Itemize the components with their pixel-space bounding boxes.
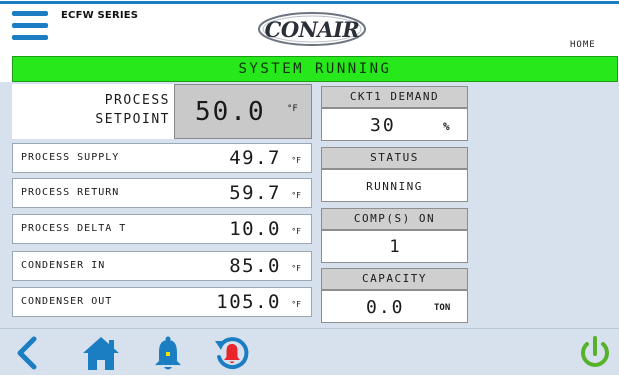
ckt1-demand-value-box: 30 % bbox=[321, 108, 468, 141]
row-value: 105.0 bbox=[216, 291, 281, 313]
process-supply-row: PROCESS SUPPLY 49.7 °F bbox=[12, 143, 312, 173]
power-icon[interactable] bbox=[575, 333, 615, 373]
row-value: 59.7 bbox=[229, 182, 281, 204]
process-return-row: PROCESS RETURN 59.7 °F bbox=[12, 178, 312, 208]
row-unit: °F bbox=[291, 227, 301, 236]
capacity-value: 0.0 bbox=[366, 297, 405, 318]
logo-text: CONAIR bbox=[264, 17, 360, 42]
series-title: ECFW SERIES bbox=[61, 10, 139, 21]
row-unit: °F bbox=[291, 300, 301, 309]
home-icon[interactable] bbox=[81, 333, 121, 373]
row-unit: °F bbox=[291, 191, 301, 200]
process-delta-t-row: PROCESS DELTA T 10.0 °F bbox=[12, 214, 312, 244]
row-label: CONDENSER OUT bbox=[21, 296, 113, 307]
status-value: RUNNING bbox=[366, 180, 423, 193]
system-status-bar: SYSTEM RUNNING bbox=[12, 56, 618, 82]
ckt1-demand-unit: % bbox=[443, 120, 450, 133]
setpoint-label-line1: PROCESS bbox=[104, 93, 170, 108]
ckt1-demand-value: 30 bbox=[370, 115, 396, 136]
setpoint-value: 50.0 bbox=[195, 97, 266, 127]
row-value: 85.0 bbox=[229, 255, 281, 277]
capacity-title: CAPACITY bbox=[321, 268, 468, 290]
conair-logo: CONAIR bbox=[256, 10, 368, 48]
bell-icon[interactable] bbox=[148, 333, 188, 373]
row-label: PROCESS SUPPLY bbox=[21, 152, 120, 163]
ckt1-demand-title: CKT1 DEMAND bbox=[321, 86, 468, 108]
comps-on-value: 1 bbox=[389, 237, 400, 257]
row-unit: °F bbox=[291, 264, 301, 273]
row-value: 10.0 bbox=[229, 218, 281, 240]
condenser-out-row: CONDENSER OUT 105.0 °F bbox=[12, 287, 312, 317]
capacity-value-box: 0.0 TON bbox=[321, 290, 468, 323]
process-setpoint-button[interactable]: 50.0 °F bbox=[174, 84, 312, 139]
comps-on-title: COMP(S) ON bbox=[321, 208, 468, 230]
status-value-box: RUNNING bbox=[321, 169, 468, 202]
row-unit: °F bbox=[291, 156, 301, 165]
setpoint-label-line2: SETPOINT bbox=[95, 112, 170, 127]
status-title: STATUS bbox=[321, 147, 468, 169]
home-link[interactable]: HOME bbox=[570, 40, 596, 50]
capacity-unit: TON bbox=[434, 303, 451, 313]
hamburger-menu-icon[interactable] bbox=[12, 11, 48, 43]
alarm-history-icon[interactable] bbox=[212, 333, 252, 373]
row-label: CONDENSER IN bbox=[21, 260, 106, 271]
header-accent-line bbox=[0, 1, 619, 4]
setpoint-unit: °F bbox=[287, 104, 298, 114]
comps-on-value-box: 1 bbox=[321, 230, 468, 263]
process-setpoint-label: PROCESS SETPOINT bbox=[12, 84, 174, 139]
row-value: 49.7 bbox=[229, 147, 281, 169]
back-arrow-icon[interactable] bbox=[10, 333, 50, 373]
row-label: PROCESS RETURN bbox=[21, 187, 120, 198]
row-label: PROCESS DELTA T bbox=[21, 223, 127, 234]
condenser-in-row: CONDENSER IN 85.0 °F bbox=[12, 251, 312, 281]
